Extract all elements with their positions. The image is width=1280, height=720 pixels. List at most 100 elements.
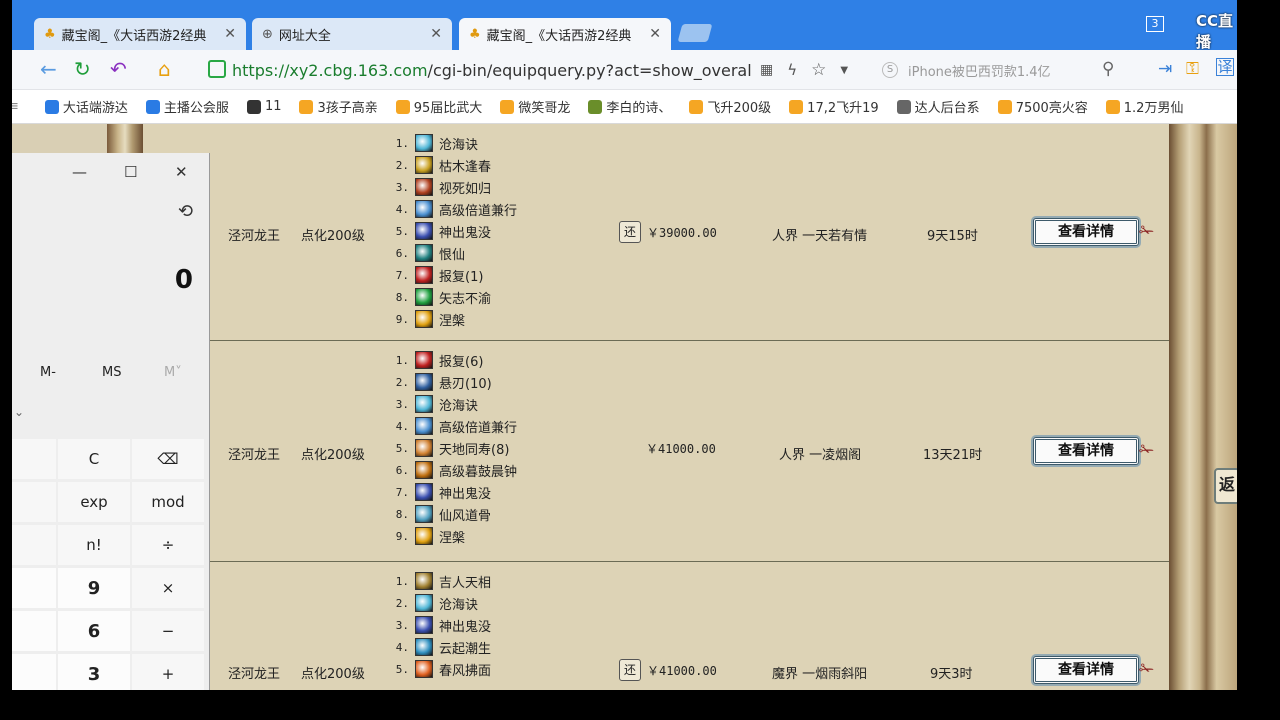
calc-key[interactable]: 2 [12, 654, 56, 690]
dropdown-icon[interactable]: ▼ [840, 65, 848, 76]
view-details-button[interactable]: 查看详情 [1033, 437, 1139, 465]
bookmark-label: 11 [264, 99, 282, 114]
skill-item: 5. 天地同寿(8) [389, 437, 517, 459]
memory-store-button[interactable]: MS [102, 365, 121, 380]
calc-key[interactable]: 3 [58, 654, 130, 690]
skill-name: 神出鬼没 [439, 225, 492, 241]
skill-index: 3. [395, 618, 409, 632]
bookmark-item[interactable]: 3孩子高亲 [299, 97, 378, 116]
translate-icon[interactable]: 译 [1216, 58, 1234, 76]
history-icon[interactable]: ⟲ [178, 201, 193, 222]
returnable-badge-icon: 还 [619, 221, 641, 243]
key-icon[interactable]: ⚿ [1186, 58, 1199, 80]
skill-icon [415, 461, 433, 479]
calc-key[interactable]: n! [58, 525, 130, 565]
skill-item: 8. 仙风道骨 [389, 503, 517, 525]
search-icon[interactable]: ⚲ [1102, 58, 1114, 80]
tab-close-icon[interactable]: ✕ [224, 26, 236, 42]
bookmark-label: 7500亮火容 [1015, 101, 1088, 116]
calc-key[interactable]: 5 [12, 611, 56, 651]
skill-icon [415, 134, 433, 152]
skill-index: 9. [395, 529, 409, 543]
bookmark-item[interactable]: 7500亮火容 [997, 97, 1088, 116]
skill-name: 沧海诀 [439, 137, 479, 153]
view-details-button[interactable]: 查看详情 [1033, 656, 1139, 684]
bookmark-item[interactable]: 11 [246, 99, 282, 114]
skill-icon [415, 178, 433, 196]
calc-key[interactable]: ⌫ [132, 439, 204, 479]
calc-key[interactable]: 9 [58, 568, 130, 608]
bookmark-item[interactable]: 1.2万男仙 [1105, 97, 1183, 116]
calc-key[interactable]: e [12, 439, 56, 479]
maximize-icon[interactable]: ☐ [124, 163, 137, 181]
calc-key[interactable]: ÷ [132, 525, 204, 565]
memory-list-button[interactable]: M˅ [164, 365, 182, 380]
calc-key[interactable]: C [58, 439, 130, 479]
skill-name: 吉人天相 [439, 575, 492, 591]
skill-item: 8. 矢志不渝 [389, 286, 517, 308]
price: ￥39000.00 [647, 225, 717, 240]
calc-key[interactable]: ) [12, 525, 56, 565]
bookmark-item[interactable]: 95届比武大 [395, 97, 482, 116]
skill-name: 高级倍道兼行 [439, 203, 518, 219]
bookmark-overflow-icon[interactable]: ≡ [12, 99, 19, 114]
bookmark-label: 飞升200级 [707, 101, 772, 116]
skill-list: 1. 报复(6) 2. 悬刃(10) 3. 沧海诀 4. 高级倍道兼行 5. 天地同寿(8) 6. 高… [389, 349, 517, 547]
url-field[interactable]: https://xy2.cbg.163.com/cgi-bin/equipque… [200, 56, 870, 84]
bookmark-item[interactable]: 主播公会服 [145, 97, 229, 116]
calc-key[interactable]: exp [58, 482, 130, 522]
calc-key[interactable]: mod [132, 482, 204, 522]
bookmark-item[interactable]: 达人后台系 [896, 97, 980, 116]
memory-minus-button[interactable]: M- [40, 365, 56, 380]
calc-key[interactable]: × [132, 568, 204, 608]
calc-key[interactable]: − [132, 611, 204, 651]
listing-row: 泾河龙王 点化200级 1. 吉人天相 2. 沧海诀 3. 神出鬼没 4. 云起潮生 5. 春风拂面 还… [143, 562, 1169, 690]
calc-key[interactable]: 8 [12, 568, 56, 608]
bookmark-item[interactable]: 李白的诗、 [588, 97, 671, 116]
tab-1[interactable]: ♣ 藏宝阁_《大话西游2经典 ✕ [34, 18, 246, 50]
skill-index: 4. [395, 640, 409, 654]
url-host: https://xy2.cbg.163.com [232, 60, 428, 80]
calc-key[interactable]: |x| [12, 482, 56, 522]
tab-close-icon[interactable]: ✕ [649, 26, 661, 42]
skill-index: 4. [395, 202, 409, 216]
skill-item: 6. 高级暮鼓晨钟 [389, 459, 517, 481]
bookmark-item[interactable]: 17,2飞升19 [789, 97, 879, 116]
close-icon[interactable]: ✕ [175, 163, 188, 181]
undo-icon[interactable]: ↶ [110, 58, 127, 80]
tab-title: 藏宝阁_《大话西游2经典 [486, 28, 632, 44]
tab-title: 藏宝阁_《大话西游2经典 [61, 28, 207, 44]
star-icon[interactable]: ☆ [811, 60, 826, 80]
url-text[interactable]: https://xy2.cbg.163.com/cgi-bin/equipque… [232, 61, 752, 80]
tab-2[interactable]: ⊕ 网址大全 ✕ [252, 18, 452, 50]
bookmark-item[interactable]: 微笑哥龙 [500, 97, 570, 116]
bookmark-item[interactable]: 大话端游达 [44, 97, 128, 116]
tab-count-badge[interactable]: 3 [1146, 16, 1164, 32]
bookmark-item[interactable]: 飞升200级 [689, 97, 771, 116]
skill-icon [415, 439, 433, 457]
back-icon[interactable]: ← [40, 58, 57, 80]
view-details-button[interactable]: 查看详情 [1033, 218, 1139, 246]
tab-close-icon[interactable]: ✕ [430, 26, 442, 42]
bookmark-favicon-icon [44, 99, 59, 114]
skill-icon [415, 527, 433, 545]
home-icon[interactable]: ⌂ [158, 58, 171, 80]
chevron-down-icon[interactable]: ⌄ [14, 405, 24, 419]
reload-icon[interactable]: ↻ [74, 58, 91, 80]
login-icon[interactable]: ⇥ [1158, 58, 1172, 80]
calc-key[interactable]: 6 [58, 611, 130, 651]
tab-3[interactable]: ♣ 藏宝阁_《大话西游2经典 ✕ [459, 18, 671, 50]
skill-item: 5. 神出鬼没 [389, 220, 517, 242]
return-side-tab[interactable]: 返 [1214, 468, 1237, 504]
bolt-icon[interactable]: ϟ [787, 61, 797, 79]
skill-icon [415, 244, 433, 262]
grid-icon[interactable]: ▦ [760, 62, 773, 78]
skill-name: 高级暮鼓晨钟 [439, 464, 518, 480]
minimize-icon[interactable]: — [72, 163, 87, 181]
skill-index: 7. [395, 268, 409, 282]
time-left: 13天21时 [923, 448, 983, 463]
search-input[interactable]: S iPhone被巴西罚款1.4亿 [882, 58, 1132, 82]
calc-key[interactable]: + [132, 654, 204, 690]
new-tab-button[interactable] [677, 24, 713, 42]
skill-index: 2. [395, 375, 409, 389]
